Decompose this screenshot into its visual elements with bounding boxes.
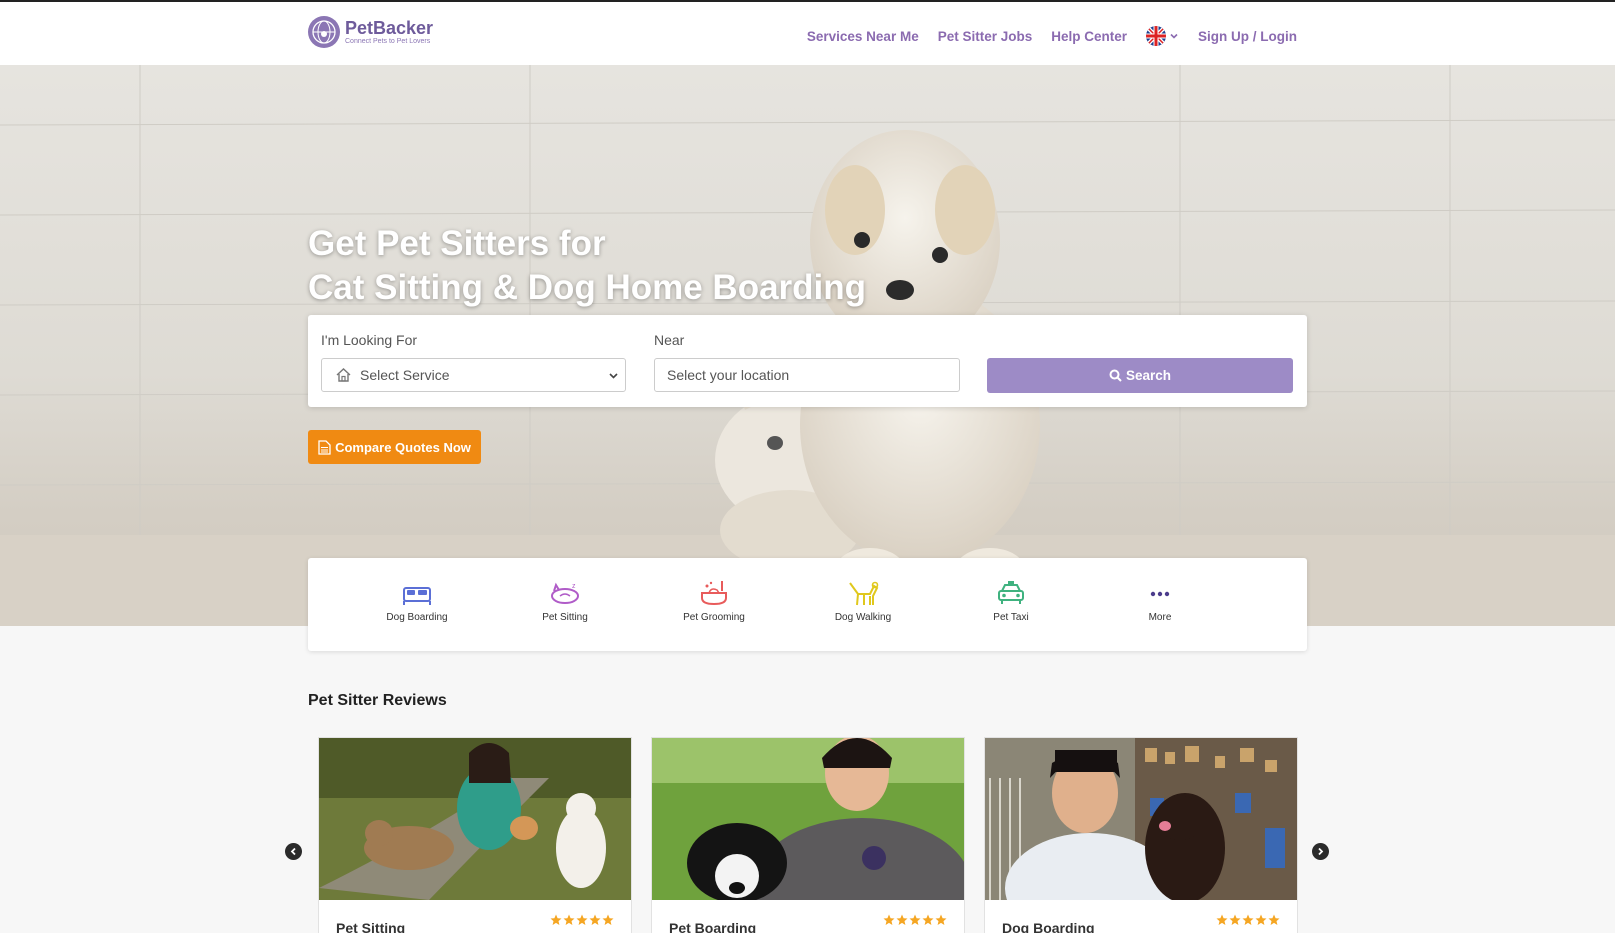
document-icon: [318, 439, 331, 455]
nav-help-center[interactable]: Help Center: [1051, 29, 1127, 44]
review-card[interactable]: Pet Sitting: [318, 737, 632, 933]
location-input[interactable]: [654, 358, 960, 392]
chevron-right-icon: [1318, 847, 1324, 856]
service-label: I'm Looking For: [321, 332, 418, 348]
star-rating: [883, 914, 947, 926]
review-card-title: Dog Boarding: [1002, 920, 1095, 933]
star-rating: [550, 914, 614, 926]
service-label: Pet Sitting: [542, 612, 588, 623]
star-rating: [1216, 914, 1280, 926]
logo-icon: [308, 16, 340, 48]
star-icon: [589, 914, 601, 925]
review-card-title: Pet Boarding: [669, 920, 757, 933]
star-icon: [1242, 914, 1254, 925]
review-card[interactable]: Pet Boarding: [651, 737, 965, 933]
star-icon: [1216, 914, 1228, 925]
hero-title-line-2: Cat Sitting & Dog Home Boarding: [308, 268, 867, 307]
star-icon: [576, 914, 588, 925]
search-button-label: Search: [1125, 368, 1172, 383]
service-select[interactable]: Select Service: [321, 358, 626, 392]
star-icon: [935, 914, 947, 925]
service-pet-grooming[interactable]: Pet Grooming: [659, 578, 769, 623]
star-icon: [1268, 914, 1280, 925]
chevron-down-icon: [609, 373, 618, 379]
search-button[interactable]: Search: [987, 358, 1293, 393]
bed-icon: [403, 587, 431, 605]
carousel-prev-button[interactable]: [285, 843, 302, 860]
service-dog-walking[interactable]: Dog Walking: [808, 578, 918, 623]
nav-services-near-me[interactable]: Services Near Me: [807, 29, 919, 44]
main-nav: Services Near Me Pet Sitter Jobs Help Ce…: [807, 26, 1297, 46]
bathtub-icon: [701, 581, 727, 606]
star-icon: [883, 914, 895, 925]
service-categories: Dog Boarding z Pet Sitting Pet Grooming …: [308, 558, 1307, 651]
service-more[interactable]: More: [1105, 578, 1215, 623]
star-icon: [922, 914, 934, 925]
uk-flag-icon: [1146, 26, 1167, 46]
near-label: Near: [654, 332, 685, 348]
search-icon: [1109, 369, 1122, 382]
star-icon: [602, 914, 614, 925]
brand-logo[interactable]: PetBacker Connect Pets to Pet Lovers: [308, 16, 433, 48]
search-panel: I'm Looking For Select Service Near Sear…: [308, 315, 1307, 407]
service-pet-taxi[interactable]: Pet Taxi: [956, 578, 1066, 623]
service-select-value: Select Service: [360, 367, 450, 383]
svg-text:z: z: [572, 583, 576, 590]
star-icon: [1229, 914, 1241, 925]
star-icon: [909, 914, 921, 925]
chevron-left-icon: [290, 847, 296, 856]
home-icon: [336, 368, 351, 382]
nav-pet-sitter-jobs[interactable]: Pet Sitter Jobs: [938, 29, 1033, 44]
review-card-title: Pet Sitting: [336, 920, 406, 933]
cat-sleeping-icon: z: [551, 582, 579, 604]
star-icon: [1255, 914, 1267, 925]
top-navbar: PetBacker Connect Pets to Pet Lovers Ser…: [0, 0, 1615, 65]
service-label: Pet Taxi: [993, 612, 1029, 623]
service-label: Pet Grooming: [683, 612, 745, 623]
brand-tagline: Connect Pets to Pet Lovers: [345, 38, 431, 45]
hero-title: Get Pet Sitters for Cat Sitting & Dog Ho…: [308, 222, 866, 310]
sitter-photo: [652, 738, 964, 900]
review-card[interactable]: Dog Boarding: [984, 737, 1298, 933]
carousel-next-button[interactable]: [1312, 843, 1329, 860]
star-icon: [896, 914, 908, 925]
nav-sign-up-login[interactable]: Sign Up / Login: [1198, 29, 1297, 44]
chevron-down-icon: [1170, 33, 1178, 39]
service-label: Dog Boarding: [386, 612, 448, 623]
star-icon: [550, 914, 562, 925]
hero-title-line-1: Get Pet Sitters for: [308, 224, 606, 263]
more-dots-icon: [1150, 591, 1170, 597]
sitter-photo: [319, 738, 631, 900]
service-pet-sitting[interactable]: z Pet Sitting: [510, 578, 620, 623]
dog-icon: [849, 581, 879, 606]
reviews-heading: Pet Sitter Reviews: [308, 692, 447, 709]
compare-quotes-label: Compare Quotes Now: [335, 439, 471, 455]
service-label: Dog Walking: [834, 612, 892, 623]
service-label: More: [1148, 612, 1172, 623]
taxi-icon: [998, 581, 1024, 604]
star-icon: [563, 914, 575, 925]
sitter-photo: [985, 738, 1297, 900]
language-selector[interactable]: [1146, 26, 1179, 46]
compare-quotes-button[interactable]: Compare Quotes Now: [308, 430, 481, 464]
brand-name: PetBacker: [345, 18, 434, 38]
service-dog-boarding[interactable]: Dog Boarding: [362, 578, 472, 623]
